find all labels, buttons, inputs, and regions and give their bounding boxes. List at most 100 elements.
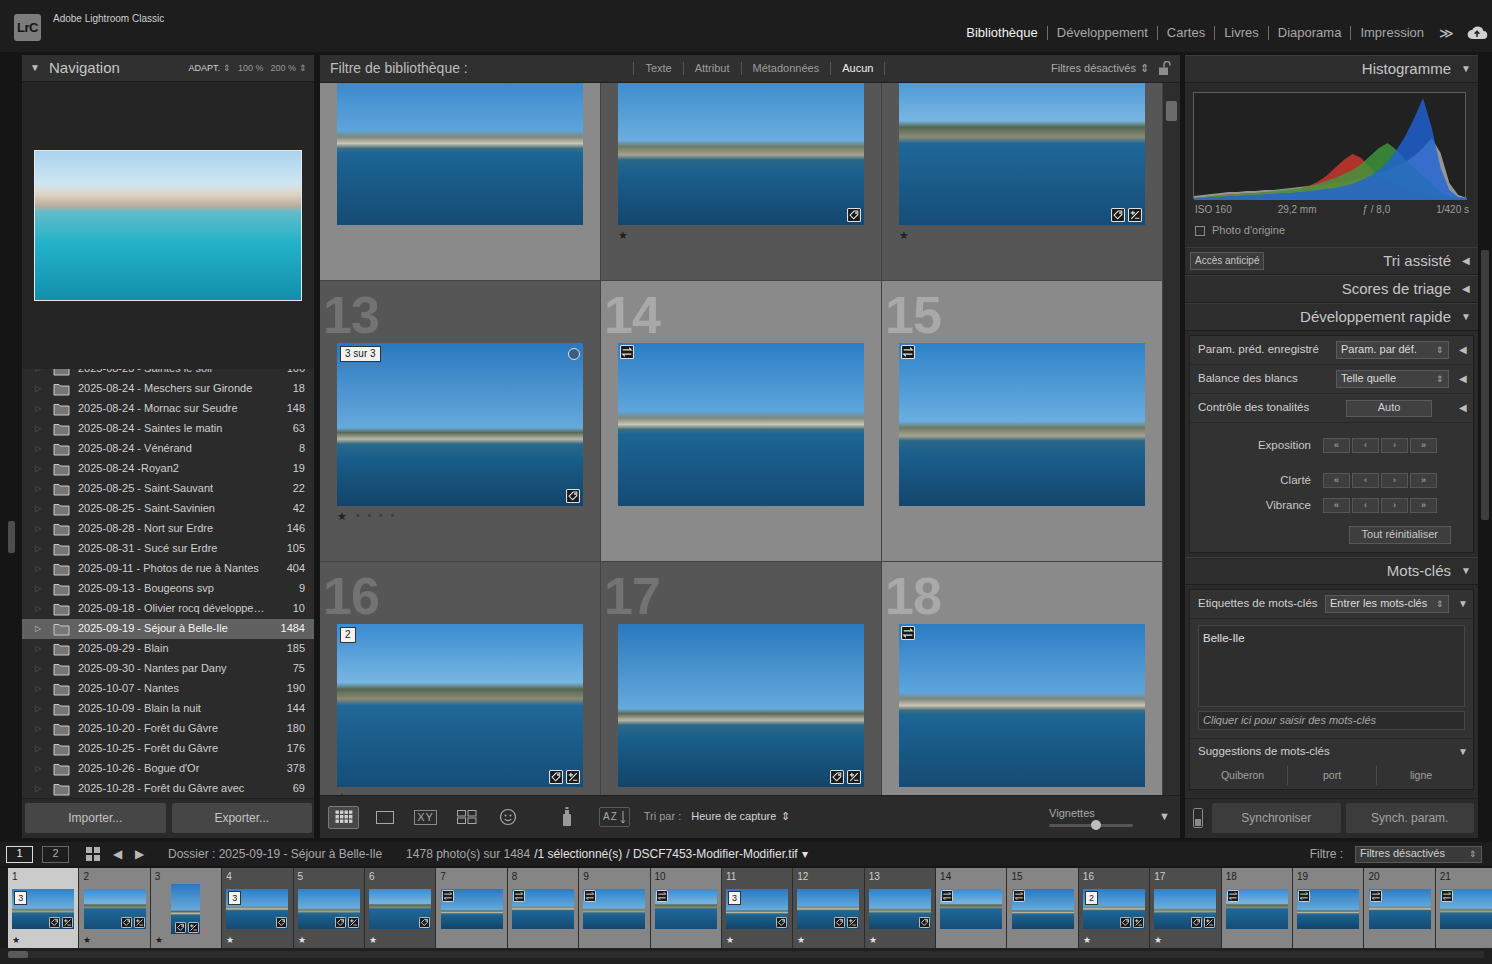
smart-sort-header[interactable]: Accès anticipéTri assisté◀ [1185,247,1478,275]
folder-row[interactable]: ▷2025-08-23 - Saintes le soir166 [22,369,314,379]
folder-row[interactable]: ▷2025-08-31 - Sucé sur Erdre105 [22,539,314,559]
star-rating[interactable]: ★ [865,935,935,946]
lock-icon[interactable] [1158,61,1172,76]
cull-scores-header[interactable]: Scores de triage◀ [1185,275,1478,303]
module-tab[interactable]: Cartes [1157,26,1214,40]
photo-thumbnail[interactable] [1154,889,1216,929]
folder-row[interactable]: ▷2025-08-24 - Mornac sur Seudre148 [22,399,314,419]
filter-option[interactable]: Aucun [830,62,884,75]
preview-photo[interactable] [34,150,302,301]
photo-thumbnail[interactable]: 3 sur 3 [337,343,583,506]
expand-toggle[interactable]: ▷ [35,564,49,574]
star-rating[interactable]: ★ [294,935,364,946]
photo-thumbnail[interactable] [1440,889,1492,929]
folder-row[interactable]: ▷2025-09-30 - Nantes par Dany75 [22,659,314,679]
folder-row[interactable]: ▷2025-08-28 - Nort sur Erdre146 [22,519,314,539]
zoom-option[interactable]: 100 % [238,63,264,74]
photo-thumbnail[interactable]: 3 [12,889,74,929]
row-toggle[interactable]: ◀ [1458,344,1468,356]
section-toggle[interactable]: ▼ [1461,311,1471,323]
expand-toggle[interactable]: ▷ [35,504,49,514]
star-rating[interactable] [1007,935,1077,946]
row-toggle[interactable]: ◀ [1458,402,1468,414]
stack-count-badge[interactable]: 3 [728,891,741,905]
step-button[interactable]: ‹ [1352,473,1379,488]
filter-option[interactable]: Texte [633,62,682,75]
expand-toggle[interactable]: ▷ [35,484,49,494]
loupe-view-button[interactable] [369,806,400,829]
keyword-entry-field[interactable]: Cliquer ici pour saisir des mots-clés [1198,711,1465,730]
expand-toggle[interactable]: ▷ [35,764,49,774]
row-toggle[interactable]: ◀ [1458,373,1468,385]
filmstrip-cell[interactable]: 9 [579,868,650,948]
export-button[interactable]: Exporter... [172,803,313,833]
filmstrip-cell[interactable]: 13★ [8,868,79,948]
star-rating[interactable]: ★ [365,935,435,946]
filmstrip-cell[interactable]: 14 [936,868,1007,948]
photo-thumbnail[interactable]: 2 [1083,889,1145,929]
grid-cell[interactable]: ★ [882,83,1163,281]
grid-view-icon[interactable] [86,847,100,861]
filmstrip-cell[interactable]: 15 [1007,868,1078,948]
expand-toggle[interactable]: ▷ [35,724,49,734]
folder-row[interactable]: ▷2025-08-25 - Saint-Sauvant22 [22,479,314,499]
filter-preset[interactable]: Filtres désactivés⇕ [1051,62,1149,75]
photo-thumbnail[interactable] [84,889,146,929]
expand-toggle[interactable]: ▷ [35,384,49,394]
stack-count-badge[interactable]: 3 sur 3 [340,346,381,362]
star-rating[interactable] [436,935,506,946]
star-rating[interactable]: ★ [793,935,863,946]
folder-row[interactable]: ▷2025-10-25 - Forêt du Gâvre176 [22,739,314,759]
checkbox[interactable] [1195,226,1205,236]
filmstrip-cell[interactable]: 12★ [793,868,864,948]
panel-scroll-handle[interactable] [8,521,15,553]
photo-thumbnail[interactable] [940,889,1002,929]
photo-thumbnail[interactable] [618,343,864,506]
star-rating[interactable] [601,790,881,795]
photo-thumbnail[interactable] [1369,889,1431,929]
filmstrip-cell[interactable]: 18 [1222,868,1293,948]
grid-view-button[interactable] [328,806,359,829]
scroll-thumb[interactable] [1166,101,1177,121]
grid-cell[interactable]: ★ [601,83,882,281]
folder-row[interactable]: ▷2025-09-13 - Bougeons svp9 [22,579,314,599]
photo-thumbnail[interactable] [899,343,1145,506]
expand-toggle[interactable]: ▷ [35,664,49,674]
star-rating[interactable] [579,935,649,946]
expand-toggle[interactable]: ▷ [35,604,49,614]
forward-button[interactable]: ▶ [135,847,144,861]
grid-cell[interactable]: 15 [882,281,1163,562]
expand-toggle[interactable]: ▷ [35,404,49,414]
filmstrip-cell[interactable]: 19 [1293,868,1364,948]
survey-view-button[interactable] [451,806,482,829]
filmstrip-cell[interactable]: 17★ [1150,868,1221,948]
photo-thumbnail[interactable] [171,884,200,934]
people-view-button[interactable] [492,806,523,829]
auto-tone-button[interactable]: Auto [1346,400,1432,417]
preset-dropdown[interactable]: Param. par déf.⇕ [1336,341,1449,359]
expand-toggle[interactable]: ▷ [35,784,49,794]
compare-view-button[interactable]: XY [410,806,441,829]
keyword-tags-field[interactable]: Belle-Ile [1198,625,1465,707]
window-button[interactable]: 1 [6,846,33,863]
suggested-keyword[interactable]: ligne [1376,766,1465,785]
folder-row[interactable]: ▷2025-08-24 - Saintes le matin63 [22,419,314,439]
filter-option[interactable]: Métadonnées [741,62,831,75]
filmstrip-cell[interactable]: 7 [436,868,507,948]
photo-thumbnail[interactable]: 3 [226,889,288,929]
expand-toggle[interactable]: ▷ [35,684,49,694]
filmstrip-cell[interactable]: 13★ [865,868,936,948]
expand-toggle[interactable]: ▷ [35,584,49,594]
preset-dropdown[interactable]: Telle quelle⇕ [1336,370,1449,388]
sort-dropdown[interactable]: Heure de capture⇕ [691,810,790,823]
expand-toggle[interactable]: ▷ [35,464,49,474]
star-rating[interactable] [1293,935,1363,946]
filter-dropdown[interactable]: Filtres désactivés⇕ [1355,846,1482,863]
star-rating[interactable] [936,935,1006,946]
filmstrip-cell[interactable]: 21 [1436,868,1492,948]
quick-develop-header[interactable]: Développement rapide▼ [1185,303,1478,331]
step-button[interactable]: » [1410,498,1437,513]
import-button[interactable]: Importer... [25,803,166,833]
photo-thumbnail[interactable] [369,889,431,929]
collapse-toggle[interactable]: ▼ [29,62,41,74]
